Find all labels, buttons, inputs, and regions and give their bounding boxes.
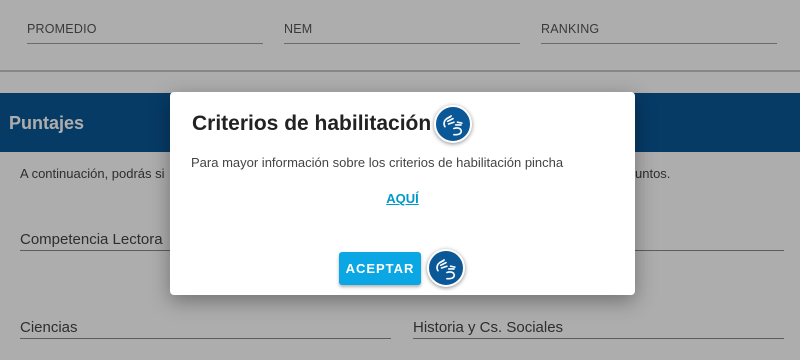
sign-language-button-icon[interactable] bbox=[427, 249, 465, 287]
dialog-title: Criterios de habilitación bbox=[192, 112, 432, 135]
aqui-link[interactable]: AQUÍ bbox=[170, 191, 635, 206]
accept-button[interactable]: ACEPTAR bbox=[339, 252, 421, 285]
dialog-text: Para mayor información sobre los criteri… bbox=[191, 155, 564, 170]
criterios-dialog: Criterios de habilitación Para mayor inf… bbox=[170, 92, 635, 295]
sign-language-icon[interactable] bbox=[434, 105, 472, 143]
